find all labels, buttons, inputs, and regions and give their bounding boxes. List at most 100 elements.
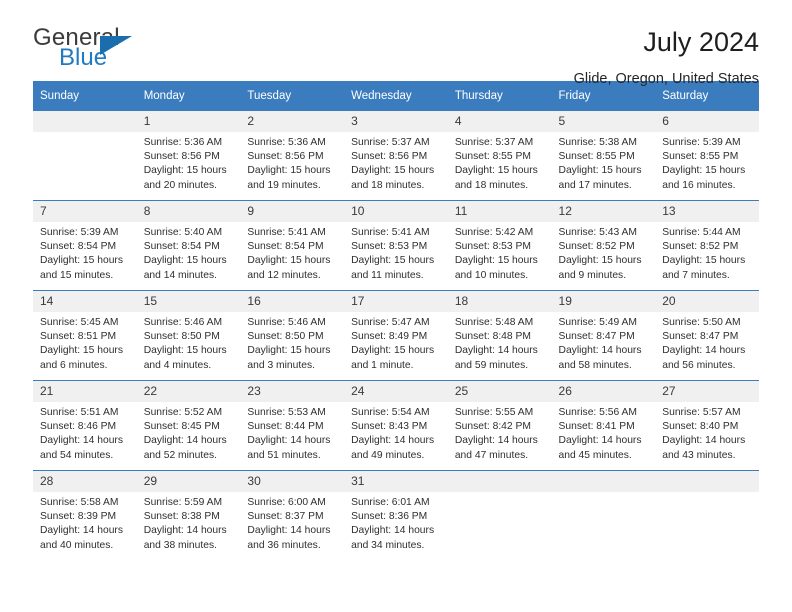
sunrise-time: Sunrise: 5:42 AM bbox=[454, 227, 534, 238]
daylight-duration-line1: Daylight: 15 hours bbox=[143, 165, 227, 177]
calendar-day-cell[interactable]: 23 Sunrise: 5:53 AM Sunset: 8:44 PM Dayligh… bbox=[240, 380, 345, 471]
calendar-day-cell[interactable]: 6 Sunrise: 5:39 AM Sunset: 8:55 PM Daylight… bbox=[655, 111, 759, 201]
day-number bbox=[551, 471, 656, 492]
day-sun-info: Sunrise: 5:39 AM Sunset: 8:55 PM Daylight:… bbox=[655, 132, 759, 193]
day-number: 21 bbox=[33, 381, 137, 402]
day-sun-info: Sunrise: 5:58 AM Sunset: 8:39 PM Daylight:… bbox=[33, 492, 137, 553]
sunrise-time: Sunrise: 5:53 AM bbox=[247, 407, 326, 418]
calendar-day-cell[interactable]: 19 Sunrise: 5:49 AM Sunset: 8:47 PM Dayligh… bbox=[551, 290, 656, 381]
day-number: 27 bbox=[655, 381, 759, 402]
sunset-time: Sunset: 8:56 PM bbox=[247, 151, 324, 163]
sunset-time: Sunset: 8:39 PM bbox=[40, 511, 117, 523]
day-number bbox=[33, 111, 137, 132]
day-sun-info: Sunrise: 5:44 AM Sunset: 8:52 PM Daylight:… bbox=[655, 222, 759, 283]
sunset-time: Sunset: 8:56 PM bbox=[351, 151, 428, 163]
calendar-day-cell[interactable]: 3 Sunrise: 5:37 AM Sunset: 8:56 PM Daylight… bbox=[344, 111, 448, 201]
calendar-day-cell[interactable]: 12 Sunrise: 5:43 AM Sunset: 8:52 PM Dayligh… bbox=[551, 200, 656, 291]
calendar-day-cell[interactable]: 9 Sunrise: 5:41 AM Sunset: 8:54 PM Daylight… bbox=[240, 200, 345, 291]
sunset-time: Sunset: 8:56 PM bbox=[143, 151, 220, 163]
day-sun-info: Sunrise: 5:41 AM Sunset: 8:53 PM Daylight:… bbox=[344, 222, 448, 283]
day-sun-info: Sunrise: 5:52 AM Sunset: 8:45 PM Daylight:… bbox=[137, 402, 241, 463]
day-number: 3 bbox=[344, 111, 448, 132]
sunset-time: Sunset: 8:45 PM bbox=[143, 421, 220, 433]
general-blue-logo: General Blue bbox=[33, 26, 143, 78]
daylight-duration-line2: and 15 minutes. bbox=[40, 269, 114, 281]
day-number: 15 bbox=[136, 291, 241, 312]
day-sun-info: Sunrise: 6:00 AM Sunset: 8:37 PM Daylight:… bbox=[240, 492, 344, 553]
calendar-day-cell[interactable]: 16 Sunrise: 5:46 AM Sunset: 8:50 PM Dayligh… bbox=[240, 290, 345, 381]
calendar-week-row: 7 Sunrise: 5:39 AM Sunset: 8:54 PM Daylight… bbox=[33, 200, 759, 291]
daylight-duration-line2: and 16 minutes. bbox=[662, 179, 736, 191]
calendar-day-cell[interactable]: 25 Sunrise: 5:55 AM Sunset: 8:42 PM Dayligh… bbox=[447, 380, 552, 471]
sunset-time: Sunset: 8:52 PM bbox=[558, 241, 635, 253]
daylight-duration-line1: Daylight: 15 hours bbox=[454, 165, 538, 177]
calendar-day-cell[interactable]: 27 Sunrise: 5:57 AM Sunset: 8:40 PM Dayligh… bbox=[655, 380, 759, 471]
daylight-duration-line1: Daylight: 15 hours bbox=[558, 255, 642, 267]
sunset-time: Sunset: 8:46 PM bbox=[40, 421, 117, 433]
calendar-day-cell[interactable]: 8 Sunrise: 5:40 AM Sunset: 8:54 PM Daylight… bbox=[136, 200, 241, 291]
calendar-day-cell[interactable]: 18 Sunrise: 5:48 AM Sunset: 8:48 PM Dayligh… bbox=[447, 290, 552, 381]
daylight-duration-line1: Daylight: 15 hours bbox=[454, 255, 538, 267]
calendar-day-cell[interactable]: 15 Sunrise: 5:46 AM Sunset: 8:50 PM Dayligh… bbox=[136, 290, 241, 381]
day-sun-info: Sunrise: 5:47 AM Sunset: 8:49 PM Daylight:… bbox=[344, 312, 448, 373]
calendar-day-cell[interactable]: 26 Sunrise: 5:56 AM Sunset: 8:41 PM Dayligh… bbox=[551, 380, 656, 471]
calendar-day-cell[interactable]: 29 Sunrise: 5:59 AM Sunset: 8:38 PM Dayligh… bbox=[136, 470, 241, 560]
daylight-duration-line2: and 43 minutes. bbox=[662, 449, 736, 461]
calendar-day-cell[interactable]: 17 Sunrise: 5:47 AM Sunset: 8:49 PM Dayligh… bbox=[344, 290, 448, 381]
sunset-time: Sunset: 8:50 PM bbox=[143, 331, 220, 343]
daylight-duration-line2: and 18 minutes. bbox=[454, 179, 529, 191]
weekday-header-tuesday: Tuesday bbox=[240, 81, 345, 111]
daylight-duration-line2: and 11 minutes. bbox=[351, 269, 424, 281]
sunrise-sunset-calendar: Sunday Monday Tuesday Wednesday Thursday Frid… bbox=[33, 81, 759, 560]
calendar-day-cell[interactable]: 20 Sunrise: 5:50 AM Sunset: 8:47 PM Dayligh… bbox=[655, 290, 759, 381]
calendar-day-cell[interactable]: 28 Sunrise: 5:58 AM Sunset: 8:39 PM Dayligh… bbox=[33, 470, 137, 560]
day-number: 7 bbox=[33, 201, 137, 222]
calendar-day-cell[interactable]: 24 Sunrise: 5:54 AM Sunset: 8:43 PM Dayligh… bbox=[344, 380, 448, 471]
sunrise-time: Sunrise: 5:49 AM bbox=[558, 317, 637, 328]
day-number: 30 bbox=[240, 471, 345, 492]
daylight-duration-line1: Daylight: 15 hours bbox=[143, 255, 227, 267]
sunrise-time: Sunrise: 5:37 AM bbox=[351, 137, 430, 148]
daylight-duration-line2: and 54 minutes. bbox=[40, 449, 114, 461]
day-number: 17 bbox=[344, 291, 448, 312]
calendar-day-cell[interactable]: 2 Sunrise: 5:36 AM Sunset: 8:56 PM Daylight… bbox=[240, 111, 345, 201]
sunset-time: Sunset: 8:50 PM bbox=[247, 331, 324, 343]
sunset-time: Sunset: 8:42 PM bbox=[454, 421, 531, 433]
sunrise-time: Sunrise: 5:46 AM bbox=[143, 317, 223, 328]
day-number bbox=[655, 471, 759, 492]
calendar-day-cell[interactable]: 31 Sunrise: 6:01 AM Sunset: 8:36 PM Dayligh… bbox=[344, 470, 448, 560]
day-sun-info: Sunrise: 5:36 AM Sunset: 8:56 PM Daylight:… bbox=[240, 132, 344, 193]
calendar-day-cell[interactable]: 13 Sunrise: 5:44 AM Sunset: 8:52 PM Dayligh… bbox=[655, 200, 759, 291]
calendar-page: General Blue July 2024 Glide, Oregon, Un… bbox=[0, 0, 792, 612]
calendar-day-cell-empty bbox=[447, 470, 552, 560]
daylight-duration-line1: Daylight: 14 hours bbox=[558, 435, 642, 447]
sunset-time: Sunset: 8:55 PM bbox=[558, 151, 635, 163]
sunrise-time: Sunrise: 5:57 AM bbox=[662, 407, 741, 418]
daylight-duration-line1: Daylight: 14 hours bbox=[662, 435, 746, 447]
calendar-day-cell[interactable]: 11 Sunrise: 5:42 AM Sunset: 8:53 PM Dayligh… bbox=[447, 200, 552, 291]
day-sun-info: Sunrise: 5:48 AM Sunset: 8:48 PM Daylight:… bbox=[448, 312, 552, 373]
calendar-day-cell[interactable]: 4 Sunrise: 5:37 AM Sunset: 8:55 PM Daylight… bbox=[447, 111, 552, 201]
day-sun-info: Sunrise: 5:39 AM Sunset: 8:54 PM Daylight:… bbox=[33, 222, 137, 283]
daylight-duration-line1: Daylight: 14 hours bbox=[40, 525, 123, 537]
calendar-week-row: 28 Sunrise: 5:58 AM Sunset: 8:39 PM Dayligh… bbox=[33, 470, 759, 560]
calendar-day-cell[interactable]: 22 Sunrise: 5:52 AM Sunset: 8:45 PM Dayligh… bbox=[136, 380, 241, 471]
calendar-day-cell[interactable]: 5 Sunrise: 5:38 AM Sunset: 8:55 PM Daylight… bbox=[551, 111, 656, 201]
calendar-day-cell[interactable]: 1 Sunrise: 5:36 AM Sunset: 8:56 PM Daylight… bbox=[136, 111, 241, 201]
day-number: 20 bbox=[655, 291, 759, 312]
daylight-duration-line2: and 49 minutes. bbox=[351, 449, 425, 461]
calendar-day-cell[interactable]: 10 Sunrise: 5:41 AM Sunset: 8:53 PM Dayligh… bbox=[344, 200, 448, 291]
page-subtitle: Glide, Oregon, United States bbox=[573, 70, 759, 87]
daylight-duration-line1: Daylight: 15 hours bbox=[40, 345, 123, 357]
calendar-day-cell-empty bbox=[33, 111, 137, 201]
calendar-day-cell[interactable]: 21 Sunrise: 5:51 AM Sunset: 8:46 PM Dayligh… bbox=[33, 380, 137, 471]
sunrise-time: Sunrise: 5:45 AM bbox=[40, 317, 119, 328]
calendar-day-cell[interactable]: 7 Sunrise: 5:39 AM Sunset: 8:54 PM Daylight… bbox=[33, 200, 137, 291]
calendar-day-cell[interactable]: 14 Sunrise: 5:45 AM Sunset: 8:51 PM Dayligh… bbox=[33, 290, 137, 381]
calendar-day-cell[interactable]: 30 Sunrise: 6:00 AM Sunset: 8:37 PM Dayligh… bbox=[240, 470, 345, 560]
day-sun-info: Sunrise: 5:37 AM Sunset: 8:56 PM Daylight:… bbox=[344, 132, 448, 193]
day-number: 24 bbox=[344, 381, 448, 402]
daylight-duration-line2: and 17 minutes. bbox=[558, 179, 632, 191]
day-number: 1 bbox=[136, 111, 241, 132]
day-sun-info: Sunrise: 5:38 AM Sunset: 8:55 PM Daylight:… bbox=[552, 132, 656, 193]
